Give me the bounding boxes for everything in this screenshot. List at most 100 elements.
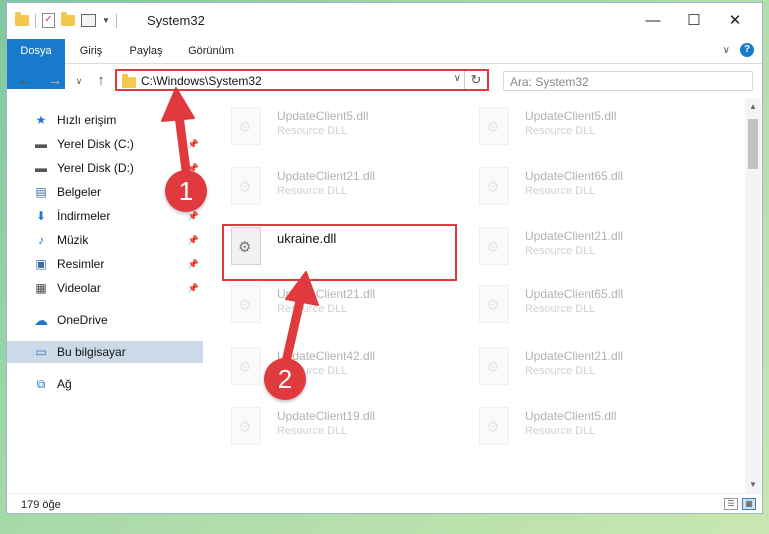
pin-icon[interactable]: 📌	[188, 235, 199, 246]
window-title: System32	[147, 13, 205, 28]
help-icon[interactable]: ?	[740, 43, 754, 57]
nav-item-music[interactable]: ♪ Müzik 📌	[7, 229, 203, 251]
file-tile[interactable]: UpdateClient19.dll Resource DLL	[223, 401, 453, 451]
scroll-up-icon[interactable]: ▲	[745, 99, 761, 115]
folder-icon	[15, 12, 29, 26]
quick-access-toolbar: ✓ ▼	[15, 12, 117, 28]
title-bar: ✓ ▼ System32 — ☐ ✕	[7, 3, 762, 39]
highlight-box	[222, 224, 457, 281]
file-type: Resource DLL	[525, 245, 596, 257]
file-tile[interactable]: UpdateClient21.dll Resource DLL	[471, 341, 701, 391]
file-name: UpdateClient5.dll	[525, 109, 617, 123]
address-path: C:\Windows\System32	[141, 74, 262, 88]
nav-item-label: Bu bilgisayar	[57, 345, 126, 359]
search-placeholder: Ara: System32	[510, 75, 589, 89]
drive-icon: ▬	[35, 137, 47, 151]
maximize-button[interactable]: ☐	[675, 9, 713, 33]
file-name: UpdateClient5.dll	[277, 109, 369, 123]
file-list: UpdateClient5.dll Resource DLL UpdateCli…	[223, 101, 743, 487]
scroll-down-icon[interactable]: ▼	[745, 477, 761, 493]
nav-item-label: İndirmeler	[57, 209, 111, 223]
file-type: Resource DLL	[277, 425, 348, 437]
close-button[interactable]: ✕	[716, 9, 754, 33]
nav-item-label: Resimler	[57, 257, 105, 271]
nav-item-label: Yerel Disk (C:)	[57, 137, 134, 151]
drive-icon: ▬	[35, 161, 47, 175]
dll-file-icon	[479, 347, 509, 385]
pin-icon[interactable]: 📌	[188, 283, 199, 294]
search-input[interactable]: Ara: System32	[503, 71, 753, 91]
dll-file-icon	[479, 407, 509, 445]
refresh-icon[interactable]: ↻	[464, 71, 487, 89]
nav-item-network[interactable]: ⧉ Ağ	[7, 373, 203, 395]
cloud-icon: ☁	[34, 311, 48, 328]
dll-file-icon	[231, 107, 261, 145]
forward-arrow-icon[interactable]: →	[45, 71, 65, 91]
tab-view[interactable]: Görünüm	[183, 39, 239, 63]
file-tile[interactable]: UpdateClient5.dll Resource DLL	[471, 101, 701, 151]
nav-item-label: OneDrive	[57, 313, 108, 327]
view-properties-icon[interactable]	[81, 14, 96, 27]
dll-file-icon	[231, 407, 261, 445]
pin-icon[interactable]: 📌	[188, 259, 199, 270]
expand-ribbon-icon[interactable]: ∨	[723, 45, 730, 56]
file-tile[interactable]: UpdateClient65.dll Resource DLL	[471, 161, 701, 211]
file-type: Resource DLL	[525, 185, 596, 197]
file-type: Resource DLL	[277, 125, 348, 137]
dll-file-icon	[479, 285, 509, 323]
file-tile[interactable]: UpdateClient65.dll Resource DLL	[471, 279, 701, 329]
file-name: UpdateClient21.dll	[277, 287, 376, 301]
file-type: Resource DLL	[277, 303, 348, 315]
dll-file-icon	[231, 167, 261, 205]
nav-item-onedrive[interactable]: ☁ OneDrive	[7, 309, 203, 331]
dll-file-icon	[231, 347, 261, 385]
nav-item-local-disk-c[interactable]: ▬ Yerel Disk (C:) 📌	[7, 133, 203, 155]
file-tile[interactable]: UpdateClient5.dll Resource DLL	[471, 401, 701, 451]
chevron-down-icon[interactable]: ▼	[102, 16, 110, 25]
pin-icon[interactable]: 📌	[188, 139, 199, 150]
file-tile[interactable]: UpdateClient21.dll Resource DLL	[471, 221, 701, 271]
status-bar: 179 öğe ☰ ▦	[7, 493, 762, 513]
dll-file-icon	[479, 107, 509, 145]
tab-home[interactable]: Giriş	[71, 39, 111, 63]
dll-file-icon	[231, 285, 261, 323]
nav-item-label: Hızlı erişim	[57, 113, 117, 127]
tiles-view-icon[interactable]: ▦	[742, 498, 756, 510]
properties-checklist-icon[interactable]: ✓	[42, 13, 55, 28]
nav-item-quick-access[interactable]: ★ Hızlı erişim	[7, 109, 203, 131]
navigation-pane: ★ Hızlı erişim ▬ Yerel Disk (C:) 📌 ▬ Yer…	[7, 103, 207, 483]
dll-file-icon	[479, 227, 509, 265]
file-tile[interactable]: UpdateClient21.dll Resource DLL	[223, 161, 453, 211]
file-type: Resource DLL	[525, 303, 596, 315]
vertical-scrollbar[interactable]: ▲ ▼	[745, 99, 761, 493]
file-tile[interactable]: UpdateClient21.dll Resource DLL	[223, 279, 453, 329]
up-arrow-icon[interactable]: ↑	[91, 71, 111, 91]
new-folder-icon[interactable]	[61, 12, 75, 26]
file-tile[interactable]: UpdateClient42.dll Resource DLL	[223, 341, 453, 391]
item-count: 179 öğe	[21, 499, 61, 511]
step-badge-1: 1	[165, 170, 207, 212]
file-name: UpdateClient65.dll	[525, 287, 624, 301]
video-icon: ▦	[35, 281, 47, 295]
address-bar[interactable]: C:\Windows\System32 ∨ ↻	[115, 69, 489, 91]
nav-item-label: Ağ	[57, 377, 72, 391]
nav-item-this-pc[interactable]: ▭ Bu bilgisayar	[7, 341, 203, 363]
recent-locations-chevron-icon[interactable]: ∨	[69, 71, 89, 91]
dll-file-icon	[479, 167, 509, 205]
file-tile[interactable]: UpdateClient5.dll Resource DLL	[223, 101, 453, 151]
nav-item-pictures[interactable]: ▣ Resimler 📌	[7, 253, 203, 275]
file-type: Resource DLL	[525, 425, 596, 437]
details-view-icon[interactable]: ☰	[724, 498, 738, 510]
ribbon-right-controls: ∨ ?	[723, 43, 754, 57]
minimize-button[interactable]: —	[634, 9, 672, 33]
chevron-down-icon[interactable]: ∨	[454, 73, 461, 84]
tab-share[interactable]: Paylaş	[123, 39, 169, 63]
toolbar-divider	[35, 13, 36, 28]
back-arrow-icon[interactable]: ←	[15, 71, 35, 91]
pin-icon[interactable]: 📌	[188, 211, 199, 222]
step-badge-2: 2	[264, 358, 306, 400]
file-type: Resource DLL	[525, 125, 596, 137]
nav-item-videos[interactable]: ▦ Videolar 📌	[7, 277, 203, 299]
view-switcher: ☰ ▦	[724, 498, 756, 510]
scroll-thumb[interactable]	[748, 119, 758, 169]
